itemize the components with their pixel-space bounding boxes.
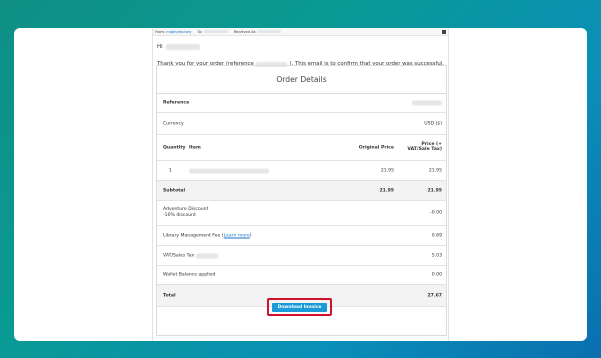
learn-more-link[interactable]: Learn more: [224, 233, 250, 238]
vat-row: VAT/Sales Tax 5.03: [157, 246, 446, 266]
currency-label: Currency: [163, 121, 184, 126]
column-quantity: Quantity: [163, 145, 186, 150]
line-item-price: 21.95: [428, 168, 442, 173]
greeting-line: Hi: [153, 36, 448, 50]
wallet-value: 0.00: [431, 272, 442, 278]
to-field: To:: [197, 29, 228, 34]
order-details-title: Order Details: [157, 66, 446, 94]
wallet-label: Wallet Balance applied: [163, 272, 216, 278]
library-fee-value: 0.69: [431, 233, 442, 238]
download-invoice-button[interactable]: Download Invoice: [272, 303, 327, 312]
email-view: From: mightyfactory To: Received At: Hi …: [152, 28, 449, 341]
currency-value: USD ($): [424, 121, 442, 126]
subtotal-original-price: 21.95: [379, 188, 394, 193]
reference-value-redacted: [412, 100, 442, 106]
total-label: Total: [163, 293, 176, 298]
from-value[interactable]: mightyfactory: [166, 30, 191, 34]
reference-row: Reference: [157, 94, 446, 113]
discount-row: Adventure Discount -10% discount -0.00: [157, 201, 446, 226]
vat-rate-redacted: [196, 253, 219, 258]
email-header: From: mightyfactory To: Received At:: [153, 28, 448, 36]
received-label: Received At:: [233, 29, 257, 34]
library-fee-row: Library Management Fee (Learn more) 0.69: [157, 226, 446, 246]
library-fee-label-group: Library Management Fee (Learn more): [163, 233, 252, 238]
received-field: Received At:: [233, 29, 282, 34]
table-row: 1 21.95 21.95: [157, 161, 446, 181]
order-details-card: Order Details Reference Currency USD ($)…: [156, 65, 447, 336]
subtotal-price: 21.95: [427, 188, 442, 193]
subtotal-row: Subtotal 21.95 21.95: [157, 181, 446, 201]
to-label: To:: [197, 29, 203, 34]
greeting-text: Hi: [157, 44, 163, 50]
currency-row: Currency USD ($): [157, 113, 446, 135]
table-header-row: Quantity Item Original Price Price (+ VA…: [157, 135, 446, 161]
from-field: From: mightyfactory: [155, 30, 192, 34]
column-original-price: Original Price: [358, 145, 394, 150]
column-price-vat: Price (+ VAT/Sale Tax): [407, 141, 442, 153]
window-frame: From: mightyfactory To: Received At: Hi …: [14, 28, 587, 341]
column-item: Item: [189, 145, 201, 150]
received-value-redacted: [257, 29, 282, 33]
from-label: From:: [155, 29, 166, 34]
vat-label-group: VAT/Sales Tax: [163, 253, 219, 258]
wallet-row: Wallet Balance applied 0.00: [157, 266, 446, 285]
to-value-redacted: [203, 29, 228, 33]
flag-icon[interactable]: [442, 30, 446, 34]
discount-value: -0.00: [430, 210, 442, 216]
recipient-name-redacted: [165, 44, 200, 50]
vat-label: VAT/Sales Tax: [163, 253, 195, 258]
vat-value: 5.03: [431, 253, 442, 258]
subtotal-label: Subtotal: [163, 188, 186, 193]
total-value: 27.67: [427, 293, 442, 298]
line-item-quantity: 1: [169, 168, 172, 173]
line-item-name-redacted: [189, 168, 269, 173]
discount-sublabel: -10% discount: [163, 213, 196, 218]
discount-label-group: Adventure Discount -10% discount: [163, 207, 208, 219]
line-item-original-price: 21.95: [380, 168, 394, 173]
library-fee-label: Library Management Fee: [163, 233, 221, 238]
reference-label: Reference: [163, 100, 190, 106]
download-highlight: Download Invoice: [267, 298, 332, 316]
